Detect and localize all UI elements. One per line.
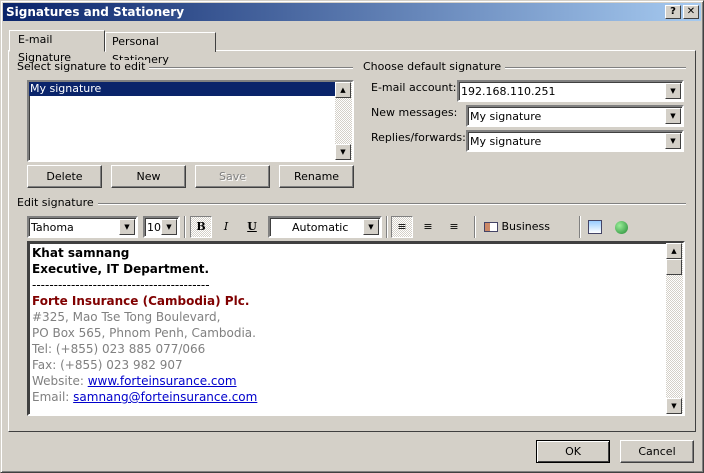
editor-scrollbar[interactable]: ▲ ▼: [666, 243, 683, 414]
underline-button[interactable]: U: [241, 216, 263, 238]
sig-email-link[interactable]: samnang@forteinsurance.com: [73, 390, 257, 404]
scroll-down-icon[interactable]: ▼: [666, 398, 682, 414]
chevron-down-icon[interactable]: ▼: [665, 83, 681, 99]
email-account-select[interactable]: 192.168.110.251 ▼: [457, 80, 684, 102]
email-account-value: 192.168.110.251: [461, 85, 556, 98]
chevron-down-icon[interactable]: ▼: [665, 133, 681, 149]
new-messages-label: New messages:: [371, 106, 458, 119]
new-messages-value: My signature: [470, 110, 542, 123]
italic-button[interactable]: I: [215, 216, 237, 238]
sig-divider: ----------------------------------------…: [32, 278, 210, 292]
tab-email-signature[interactable]: E-mail Signature: [9, 30, 105, 64]
sig-fax: Fax: (+855) 023 982 907: [32, 358, 183, 372]
business-card-button[interactable]: Business Card: [480, 216, 574, 253]
hyperlink-icon: [614, 220, 628, 234]
insert-picture-button[interactable]: [585, 216, 605, 238]
delete-button[interactable]: Delete: [27, 165, 102, 188]
list-item[interactable]: My signature: [29, 82, 335, 96]
sig-tel: Tel: (+855) 023 885 077/066: [32, 342, 206, 356]
save-button[interactable]: Save: [195, 165, 270, 188]
signature-editor[interactable]: Khat samnang Executive, IT Department. -…: [27, 241, 685, 416]
replies-value: My signature: [470, 135, 542, 148]
replies-select[interactable]: My signature ▼: [466, 130, 684, 152]
email-account-label: E-mail account:: [371, 81, 457, 94]
sig-address2: PO Box 565, Phnom Penh, Cambodia.: [32, 326, 256, 340]
font-select[interactable]: Tahoma ▼: [27, 216, 138, 238]
ok-button[interactable]: OK: [536, 440, 610, 463]
title-bar: Signatures and Stationery: [3, 3, 701, 21]
rename-button[interactable]: Rename: [279, 165, 354, 188]
sig-company: Forte Insurance (Cambodia) Plc.: [32, 294, 250, 308]
scroll-up-icon[interactable]: ▲: [335, 82, 351, 98]
chevron-down-icon[interactable]: ▼: [665, 108, 681, 124]
chevron-down-icon[interactable]: ▼: [363, 219, 379, 235]
help-button[interactable]: ?: [665, 5, 681, 19]
color-value: Automatic: [292, 221, 349, 234]
choose-default-label: Choose default signature: [363, 60, 506, 73]
font-value: Tahoma: [31, 221, 74, 234]
size-value: 10: [147, 221, 161, 234]
color-select[interactable]: Automatic ▼: [268, 216, 382, 238]
replies-label: Replies/forwards:: [371, 131, 466, 144]
bold-button[interactable]: B: [190, 216, 212, 238]
align-center-icon[interactable]: ≡: [417, 216, 439, 238]
new-button[interactable]: New: [111, 165, 186, 188]
cancel-button[interactable]: Cancel: [620, 440, 694, 463]
scroll-up-icon[interactable]: ▲: [666, 243, 682, 259]
size-select[interactable]: 10 ▼: [143, 216, 180, 238]
align-right-icon[interactable]: ≡: [443, 216, 465, 238]
tab-personal-stationery[interactable]: Personal Stationery: [105, 32, 216, 66]
chevron-down-icon[interactable]: ▼: [161, 219, 177, 235]
hyperlink-button[interactable]: [610, 216, 632, 238]
chevron-down-icon[interactable]: ▼: [119, 219, 135, 235]
signature-list[interactable]: My signature ▲ ▼: [27, 80, 354, 162]
sig-title: Executive, IT Department.: [32, 262, 210, 276]
sig-name: Khat samnang: [32, 246, 130, 260]
window-title: Signatures and Stationery: [6, 5, 185, 19]
new-messages-select[interactable]: My signature ▼: [466, 105, 684, 127]
scroll-thumb[interactable]: [666, 259, 682, 275]
edit-signature-label: Edit signature: [17, 196, 98, 209]
close-button[interactable]: ✕: [683, 5, 699, 19]
sig-website-label: Website:: [32, 374, 88, 388]
business-card-icon: [484, 222, 498, 232]
sig-website-link[interactable]: www.forteinsurance.com: [88, 374, 237, 388]
align-left-icon[interactable]: ≡: [391, 216, 413, 238]
sig-email-label: Email:: [32, 390, 74, 404]
picture-icon: [588, 220, 602, 234]
scroll-down-icon[interactable]: ▼: [335, 144, 351, 160]
list-scrollbar[interactable]: ▲ ▼: [335, 82, 352, 160]
sig-address1: #325, Mao Tse Tong Boulevard,: [32, 310, 221, 324]
